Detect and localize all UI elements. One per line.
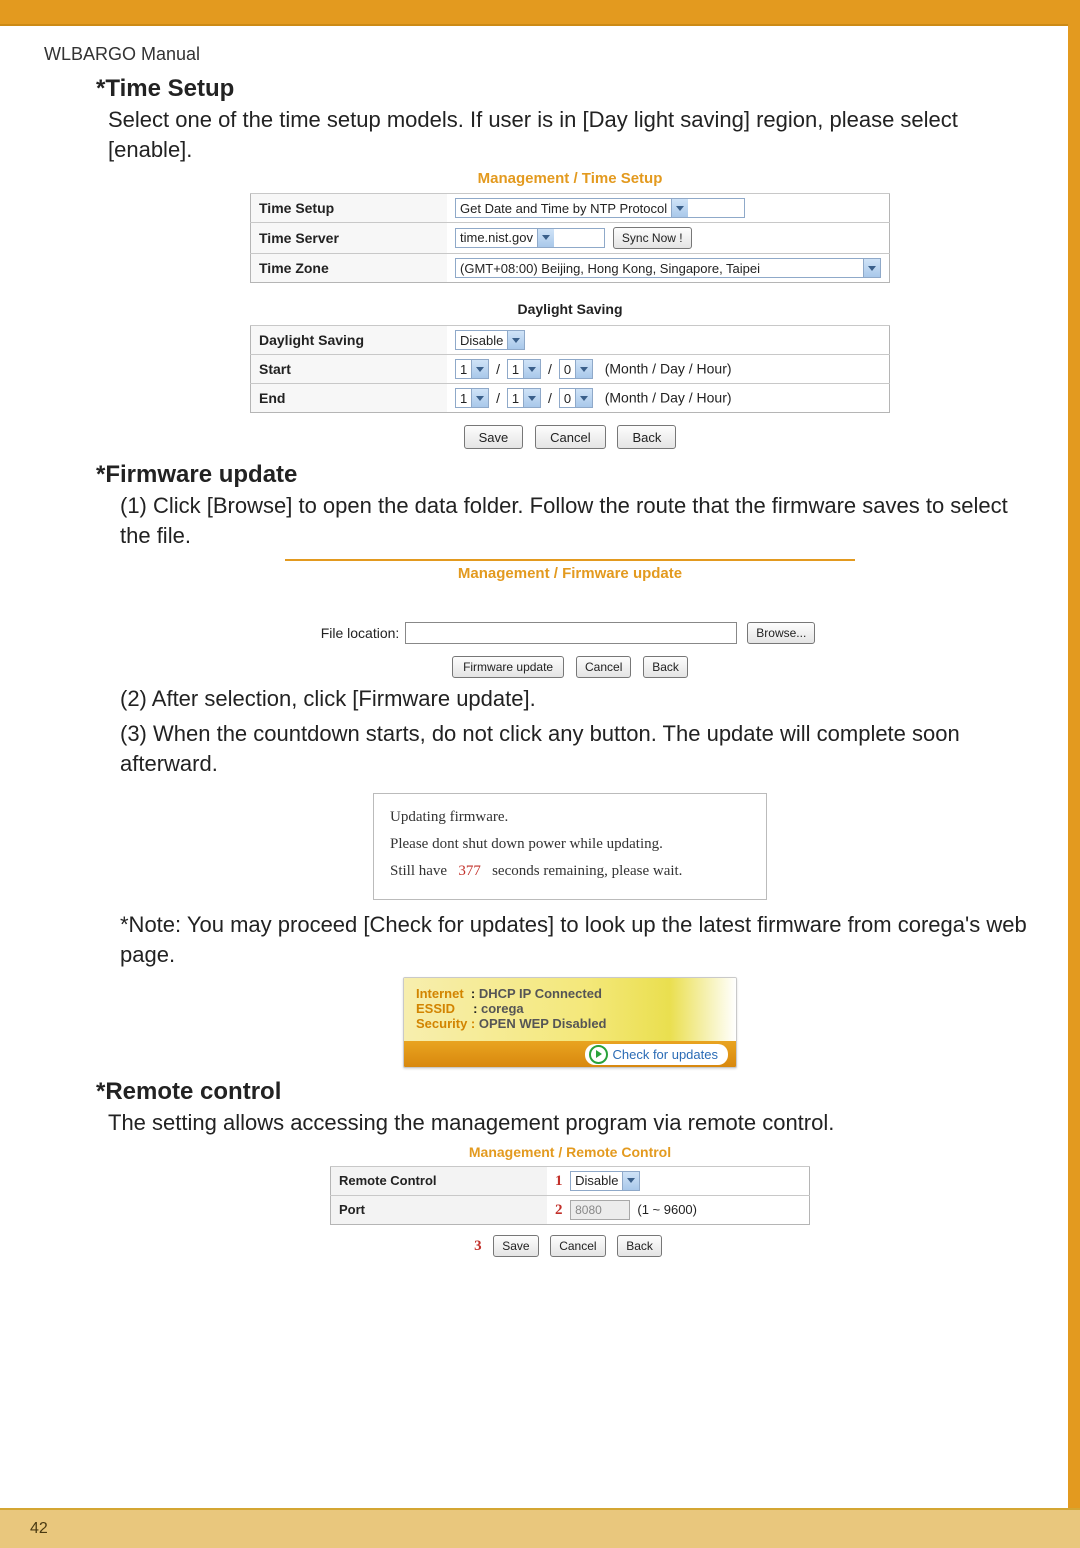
callout-3: 3: [474, 1238, 482, 1254]
start-month-select[interactable]: 1: [455, 359, 489, 379]
daylight-label: Daylight Saving: [251, 326, 448, 355]
time-server-value: time.nist.gov: [460, 230, 533, 245]
chevron-down-icon: [471, 360, 488, 378]
time-setup-desc: Select one of the time setup models. If …: [108, 105, 1032, 164]
remote-desc: The setting allows accessing the managem…: [108, 1108, 1032, 1138]
security-value: OPEN WEP Disabled: [479, 1016, 607, 1031]
chevron-down-icon: [575, 360, 592, 378]
chevron-down-icon: [471, 389, 488, 407]
file-location-label: File location:: [321, 625, 400, 641]
end-day-select[interactable]: 1: [507, 388, 541, 408]
page-number: 42: [0, 1520, 48, 1538]
start-hint: (Month / Day / Hour): [605, 361, 732, 377]
page-footer: 42: [0, 1508, 1080, 1548]
time-zone-value: (GMT+08:00) Beijing, Hong Kong, Singapor…: [460, 261, 859, 276]
updating-line2: Please dont shut down power while updati…: [390, 831, 750, 858]
daylight-end-row: 1 / 1 / 0 (Month / Day / Hour): [447, 384, 890, 413]
chevron-down-icon: [622, 1172, 639, 1190]
port-range: (1 ~ 9600): [637, 1202, 697, 1217]
updating-line1: Updating firmware.: [390, 804, 750, 831]
daylight-table: Daylight Saving Disable Start 1 / 1 / 0 …: [250, 325, 890, 413]
manual-header: WLBARGO Manual: [0, 26, 1080, 65]
security-label: Security :: [416, 1016, 475, 1031]
remote-control-select[interactable]: Disable: [570, 1171, 640, 1191]
chevron-down-icon: [523, 389, 540, 407]
port-label: Port: [331, 1195, 548, 1224]
firmware-figure: Management / Firmware update File locati…: [285, 559, 855, 678]
save-button[interactable]: Save: [464, 425, 524, 449]
time-setup-fig-title: Management / Time Setup: [108, 170, 1032, 187]
firmware-step2: (2) After selection, click [Firmware upd…: [108, 684, 1032, 714]
remote-cancel-button[interactable]: Cancel: [550, 1235, 605, 1257]
chevron-down-icon: [575, 389, 592, 407]
back-button[interactable]: Back: [617, 425, 676, 449]
end-month-select[interactable]: 1: [455, 388, 489, 408]
chevron-down-icon: [507, 331, 524, 349]
remote-table: Remote Control 1 Disable Port 2 8080 (1 …: [330, 1166, 810, 1225]
daylight-value: Disable: [460, 333, 503, 348]
firmware-step1: (1) Click [Browse] to open the data fold…: [108, 491, 1032, 550]
file-location-input[interactable]: [405, 622, 737, 644]
start-hour-select[interactable]: 0: [559, 359, 593, 379]
time-setup-heading: *Time Setup: [96, 75, 1032, 103]
daylight-start-row: 1 / 1 / 0 (Month / Day / Hour): [447, 355, 890, 384]
updating-box: Updating firmware. Please dont shut down…: [373, 793, 767, 900]
play-circle-icon: [589, 1045, 608, 1064]
daylight-title: Daylight Saving: [108, 301, 1032, 317]
callout-1: 1: [555, 1173, 563, 1189]
status-box: Internet : DHCP IP Connected ESSID : cor…: [403, 977, 737, 1068]
time-setup-select[interactable]: Get Date and Time by NTP Protocol: [455, 198, 745, 218]
firmware-update-button[interactable]: Firmware update: [452, 656, 564, 678]
callout-2: 2: [555, 1202, 563, 1218]
chevron-down-icon: [537, 229, 554, 247]
time-server-select[interactable]: time.nist.gov: [455, 228, 605, 248]
chevron-down-icon: [671, 199, 688, 217]
remote-control-label: Remote Control: [331, 1166, 548, 1195]
time-server-label: Time Server: [251, 223, 448, 254]
time-setup-figure: Management / Time Setup Time Setup Get D…: [108, 170, 1032, 449]
end-hour-select[interactable]: 0: [559, 388, 593, 408]
top-orange-bar: [0, 0, 1080, 26]
updating-line3: Still have 377 seconds remaining, please…: [390, 858, 750, 885]
remote-fig-title: Management / Remote Control: [330, 1144, 810, 1160]
cancel-button[interactable]: Cancel: [535, 425, 605, 449]
firmware-heading: *Firmware update: [96, 461, 1032, 489]
remote-heading: *Remote control: [96, 1078, 1032, 1106]
chevron-down-icon: [863, 259, 880, 277]
essid-value: corega: [481, 1001, 524, 1016]
time-zone-label: Time Zone: [251, 254, 448, 283]
time-setup-select-value: Get Date and Time by NTP Protocol: [460, 201, 667, 216]
firmware-fig-title: Management / Firmware update: [285, 565, 855, 582]
start-day-select[interactable]: 1: [507, 359, 541, 379]
daylight-end-label: End: [251, 384, 448, 413]
firmware-note: *Note: You may proceed [Check for update…: [108, 910, 1032, 969]
check-updates-text: Check for updates: [612, 1047, 718, 1062]
remote-control-value: Disable: [575, 1173, 618, 1188]
essid-label: ESSID: [416, 1001, 455, 1016]
remote-back-button[interactable]: Back: [617, 1235, 662, 1257]
end-hint: (Month / Day / Hour): [605, 390, 732, 406]
firmware-back-button[interactable]: Back: [643, 656, 688, 678]
browse-button[interactable]: Browse...: [747, 622, 815, 644]
daylight-start-label: Start: [251, 355, 448, 384]
remote-save-button[interactable]: Save: [493, 1235, 538, 1257]
internet-label: Internet: [416, 986, 464, 1001]
time-setup-label: Time Setup: [251, 194, 448, 223]
internet-value: DHCP IP Connected: [479, 986, 602, 1001]
updating-seconds: 377: [458, 863, 481, 879]
sync-now-button[interactable]: Sync Now !: [613, 227, 692, 249]
time-setup-table: Time Setup Get Date and Time by NTP Prot…: [250, 193, 890, 283]
daylight-select[interactable]: Disable: [455, 330, 525, 350]
firmware-step3: (3) When the countdown starts, do not cl…: [108, 719, 1032, 778]
time-zone-select[interactable]: (GMT+08:00) Beijing, Hong Kong, Singapor…: [455, 258, 881, 278]
firmware-cancel-button[interactable]: Cancel: [576, 656, 631, 678]
port-input[interactable]: 8080: [570, 1200, 630, 1220]
check-updates-link[interactable]: Check for updates: [585, 1044, 728, 1065]
remote-figure: Management / Remote Control Remote Contr…: [330, 1144, 810, 1257]
chevron-down-icon: [523, 360, 540, 378]
side-orange-bar: [1068, 24, 1080, 1510]
